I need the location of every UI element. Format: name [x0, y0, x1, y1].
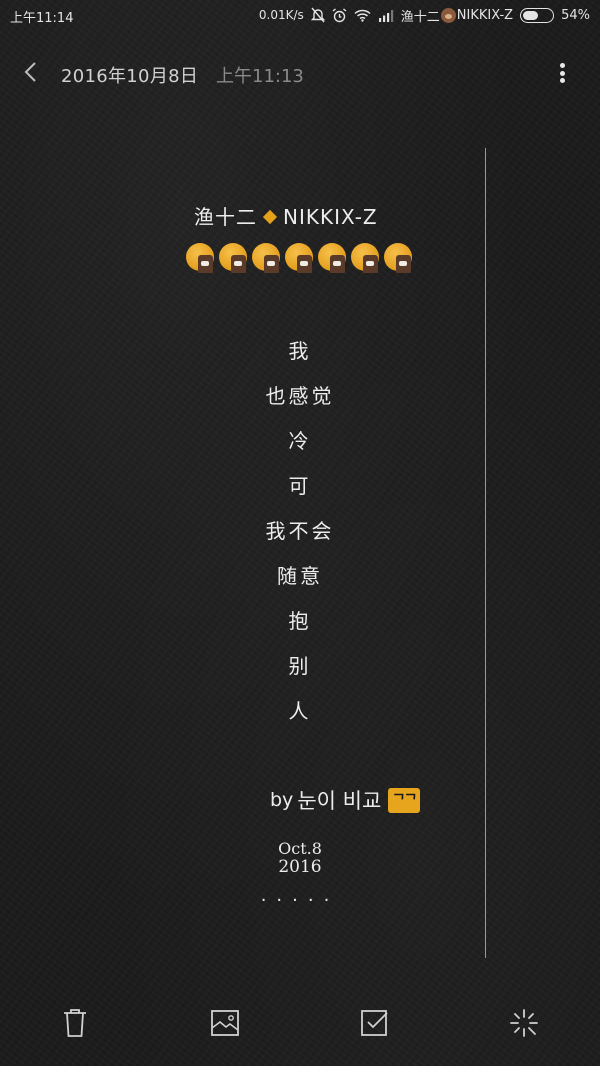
title-handle: NIKKIX-Z: [283, 205, 378, 229]
poem-line: 冷: [288, 429, 312, 453]
emoji-icon: [284, 243, 316, 277]
sparkle-icon: [510, 1009, 538, 1037]
insert-image-button[interactable]: [210, 1008, 240, 1040]
emoji-row: [185, 243, 415, 279]
poem-line: 可: [288, 474, 312, 498]
note-title: 渔十二 NIKKIX-Z: [194, 201, 424, 231]
image-icon: [211, 1010, 239, 1036]
signature: by 눈이 비교 ᄀᄀ: [270, 785, 421, 815]
emoji-icon: [251, 243, 283, 277]
signature-name: 눈이 비교: [297, 789, 382, 813]
poem-line: 人: [288, 699, 312, 723]
checkbox-icon: [361, 1010, 388, 1036]
ellipsis-dots: ·····: [260, 890, 340, 911]
emoji-icon: [350, 243, 382, 277]
checklist-button[interactable]: [360, 1008, 390, 1040]
trash-icon: [64, 1009, 86, 1037]
signed-date: Oct.8 2016: [270, 839, 330, 877]
emoji-icon: [383, 243, 415, 277]
signed-year: 2016: [278, 857, 322, 877]
note-body[interactable]: 渔十二 NIKKIX-Z 我也感觉冷可我不会随意抱别人 by 눈이 비교 ᄀᄀ O…: [0, 0, 600, 1066]
poem-line: 我不会: [265, 519, 335, 543]
bottom-toolbar: [0, 996, 600, 1066]
emoji-icon: [218, 243, 250, 277]
signature-badge: ᄀᄀ: [388, 787, 421, 813]
poem-line: 抱: [288, 609, 312, 633]
poem-line: 随意: [277, 564, 323, 588]
poem-line: 别: [288, 654, 312, 678]
signed-month: Oct.8: [278, 839, 322, 858]
emoji-icon: [317, 243, 349, 277]
theme-button[interactable]: [509, 1008, 539, 1040]
poem-line: 我: [288, 339, 312, 363]
signature-by: by: [270, 789, 294, 811]
note-screen: 上午11:14 0.01K/s 渔十二 NIKKIX-Z 54% 2016年10…: [0, 0, 600, 1066]
title-name: 渔十二: [194, 205, 257, 229]
emoji-icon: [185, 243, 217, 277]
poem-text: 我也感觉冷可我不会随意抱别人: [180, 334, 420, 739]
diamond-icon: [262, 209, 278, 225]
poem-line: 也感觉: [265, 384, 335, 408]
delete-button[interactable]: [61, 1008, 91, 1040]
